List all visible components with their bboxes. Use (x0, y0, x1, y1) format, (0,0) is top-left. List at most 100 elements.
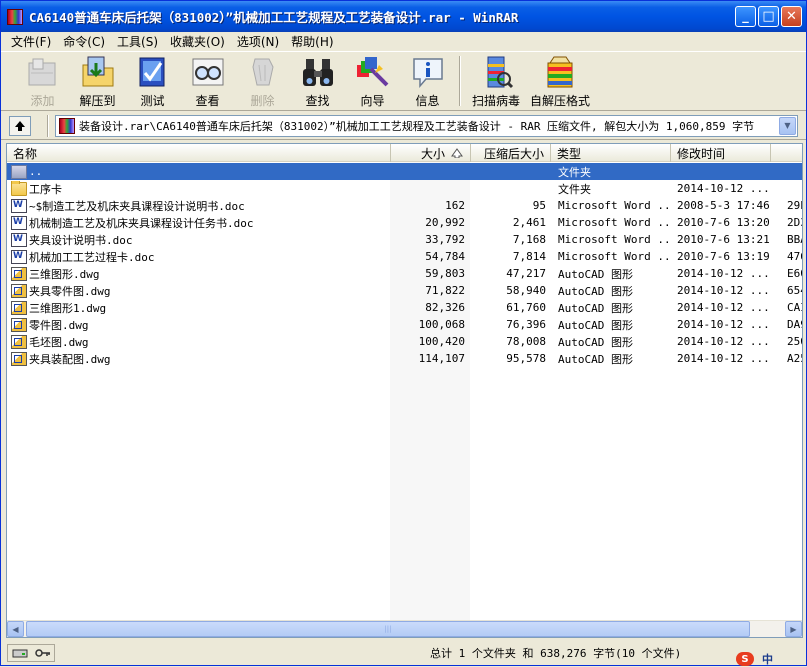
autocad-drawing-icon (11, 334, 27, 349)
autocad-drawing-icon (11, 283, 27, 298)
list-item[interactable]: .. 文件夹 (7, 163, 802, 180)
test-button[interactable]: 测试 (125, 52, 180, 110)
list-item[interactable]: 零件图.dwg 100,068 76,396 AutoCAD 图形 2014-1… (7, 316, 802, 333)
file-name: 零件图.dwg (29, 318, 89, 332)
list-item[interactable]: 夹具装配图.dwg 114,107 95,578 AutoCAD 图形 2014… (7, 350, 802, 367)
chevron-down-icon[interactable]: ▼ (779, 116, 796, 135)
file-name: 三维图形.dwg (29, 267, 100, 281)
file-size: 71,822 (425, 284, 465, 297)
menu-help[interactable]: 帮助(H) (285, 33, 339, 50)
file-packed: 61,760 (506, 301, 546, 314)
list-item[interactable]: 三维图形.dwg 59,803 47,217 AutoCAD 图形 2014-1… (7, 265, 802, 282)
file-crc: CAI (787, 301, 802, 314)
title-bar[interactable]: CA6140普通车床后托架（831002）”机械加工工艺规程及工艺装备设计.ra… (1, 1, 806, 32)
file-list[interactable]: 名称 大小 压缩后大小 类型 修改时间 .. 文件夹 工序卡 文件夹 2014-… (6, 143, 803, 638)
file-size: 82,326 (425, 301, 465, 314)
horizontal-scrollbar[interactable]: ◀ ||| ▶ (7, 620, 802, 637)
window-controls: _ □ ✕ (735, 6, 802, 27)
ime-indicator[interactable]: S 中 (736, 652, 806, 666)
scan-virus-button[interactable]: 扫描病毒 (465, 52, 527, 110)
wizard-button[interactable]: 向导 (345, 52, 400, 110)
autocad-drawing-icon (11, 300, 27, 315)
col-header-modified[interactable]: 修改时间 (671, 144, 771, 162)
col-header-name[interactable]: 名称 (7, 144, 391, 162)
col-header-type[interactable]: 类型 (551, 144, 671, 162)
file-size: 33,792 (425, 233, 465, 246)
list-header: 名称 大小 压缩后大小 类型 修改时间 (7, 144, 802, 162)
file-name: 三维图形1.dwg (29, 301, 107, 315)
info-button[interactable]: 信息 (400, 52, 455, 110)
menu-commands[interactable]: 命令(C) (57, 33, 111, 50)
file-type: 文件夹 (558, 165, 591, 179)
file-type: Microsoft Word ... (558, 233, 670, 246)
wizard-label: 向导 (360, 94, 385, 108)
minimize-button[interactable]: _ (735, 6, 756, 27)
list-item[interactable]: 机械加工工艺过程卡.doc 54,784 7,814 Microsoft Wor… (7, 248, 802, 265)
file-type: Microsoft Word ... (558, 199, 670, 212)
list-item[interactable]: 机械制造工艺及机床夹具课程设计任务书.doc 20,992 2,461 Micr… (7, 214, 802, 231)
file-size: 100,068 (418, 318, 465, 331)
delete-button[interactable]: 删除 (235, 52, 290, 110)
add-button[interactable]: 添加 (15, 52, 70, 110)
menu-bar: 文件(F) 命令(C) 工具(S) 收藏夹(O) 选项(N) 帮助(H) (1, 32, 806, 51)
list-item[interactable]: 三维图形1.dwg 82,326 61,760 AutoCAD 图形 2014-… (7, 299, 802, 316)
file-packed: 76,396 (506, 318, 546, 331)
menu-file[interactable]: 文件(F) (5, 33, 57, 50)
find-button[interactable]: 查找 (290, 52, 345, 110)
col-header-size[interactable]: 大小 (391, 144, 471, 162)
file-size: 100,420 (418, 335, 465, 348)
list-item[interactable]: 工序卡 文件夹 2014-10-12 ... (7, 180, 802, 197)
col-header-extra[interactable] (771, 144, 802, 162)
wizard-icon (355, 55, 391, 89)
file-crc: 2D3 (787, 216, 802, 229)
scroll-left-icon[interactable]: ◀ (7, 621, 24, 637)
file-packed: 7,814 (512, 250, 546, 263)
file-name: 夹具零件图.dwg (29, 284, 111, 298)
status-text: 总计 1 个文件夹 和 638,276 字节(10 个文件) (430, 647, 682, 660)
file-modified: 2014-10-12 ... (677, 284, 770, 297)
extract-to-button[interactable]: 解压到 (70, 52, 125, 110)
close-button[interactable]: ✕ (781, 6, 802, 27)
status-bar: 总计 1 个文件夹 和 638,276 字节(10 个文件) S 中 (1, 641, 806, 666)
window-title: CA6140普通车床后托架（831002）”机械加工工艺规程及工艺装备设计.ra… (29, 10, 519, 25)
col-header-packed[interactable]: 压缩后大小 (471, 144, 551, 162)
winrar-window: CA6140普通车床后托架（831002）”机械加工工艺规程及工艺装备设计.ra… (0, 0, 807, 666)
sfx-button[interactable]: 自解压格式 (527, 52, 593, 110)
sort-up-icon (451, 148, 463, 158)
maximize-button[interactable]: □ (758, 6, 779, 27)
key-icon (34, 649, 50, 657)
file-name: 夹具设计说明书.doc (29, 233, 133, 247)
file-type: AutoCAD 图形 (558, 318, 633, 332)
word-document-icon (11, 215, 27, 230)
col-header-size-label: 大小 (420, 146, 445, 161)
list-item[interactable]: ~$制造工艺及机床夹具课程设计说明书.doc 162 95 Microsoft … (7, 197, 802, 214)
add-label: 添加 (30, 94, 55, 108)
extract-to-label: 解压到 (79, 94, 116, 108)
file-crc: A25 (787, 352, 802, 365)
menu-tools[interactable]: 工具(S) (111, 33, 164, 50)
word-document-icon (11, 249, 27, 264)
file-crc: BBA (787, 233, 802, 246)
file-type: AutoCAD 图形 (558, 352, 633, 366)
list-item[interactable]: 毛坯图.dwg 100,420 78,008 AutoCAD 图形 2014-1… (7, 333, 802, 350)
view-button[interactable]: 查看 (180, 52, 235, 110)
menu-favorites[interactable]: 收藏夹(O) (164, 33, 231, 50)
word-document-icon (11, 198, 27, 213)
file-packed: 78,008 (506, 335, 546, 348)
menu-options[interactable]: 选项(N) (231, 33, 285, 50)
up-folder-button[interactable] (9, 115, 31, 136)
file-size: 114,107 (418, 352, 465, 365)
file-crc: DA9 (787, 318, 802, 331)
scroll-right-icon[interactable]: ▶ (785, 621, 802, 637)
list-item[interactable]: 夹具设计说明书.doc 33,792 7,168 Microsoft Word … (7, 231, 802, 248)
list-item[interactable]: 夹具零件图.dwg 71,822 58,940 AutoCAD 图形 2014-… (7, 282, 802, 299)
file-type: AutoCAD 图形 (558, 267, 633, 281)
file-type: AutoCAD 图形 (558, 335, 633, 349)
scrollbar-thumb[interactable]: ||| (26, 621, 750, 637)
file-modified: 2014-10-12 ... (677, 318, 770, 331)
autocad-drawing-icon (11, 317, 27, 332)
path-combobox[interactable]: 装备设计.rar\CA6140普通车床后托架（831002）”机械加工工艺规程及… (55, 114, 798, 137)
delete-icon (245, 55, 281, 89)
file-size: 59,803 (425, 267, 465, 280)
file-packed: 2,461 (512, 216, 546, 229)
